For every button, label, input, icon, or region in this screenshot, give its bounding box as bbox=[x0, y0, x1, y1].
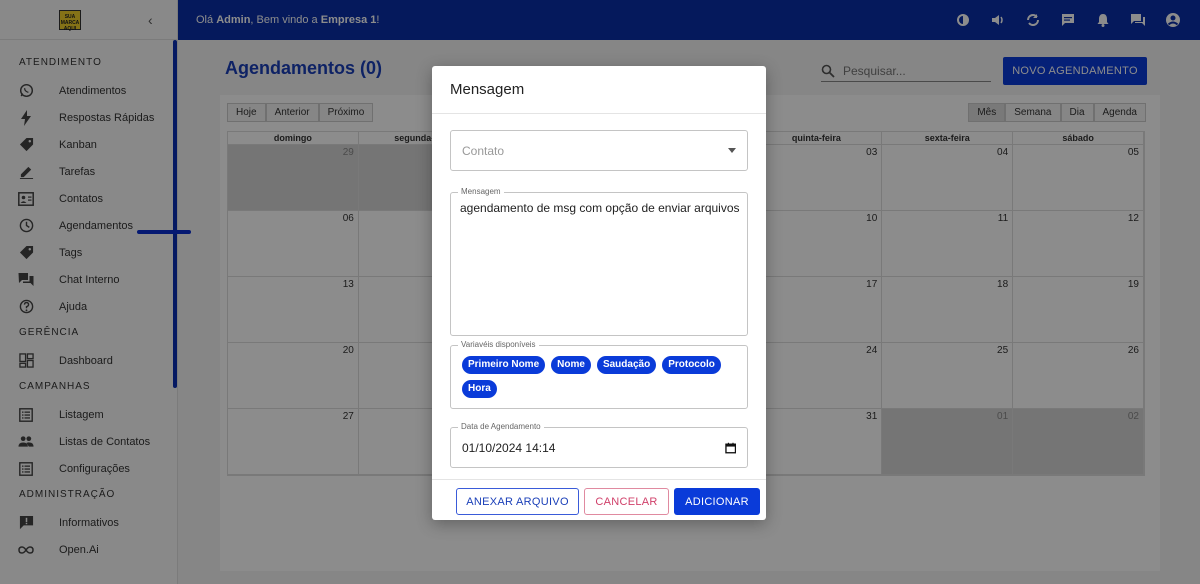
variable-chip-saudacao[interactable]: Saudação bbox=[596, 356, 657, 374]
message-textarea[interactable]: agendamento de msg com opção de enviar a… bbox=[460, 201, 740, 327]
variable-chip-hora[interactable]: Hora bbox=[462, 380, 497, 398]
contact-select-placeholder: Contato bbox=[462, 143, 505, 158]
attach-file-button[interactable]: ANEXAR ARQUIVO bbox=[456, 488, 579, 515]
variables-chips: Primeiro Nome Nome Saudação Protocolo Hora bbox=[462, 356, 736, 398]
message-field-label: Mensagem bbox=[458, 187, 504, 196]
schedule-date-label: Data de Agendamento bbox=[458, 422, 544, 431]
contact-select[interactable]: Contato bbox=[450, 130, 748, 171]
schedule-date-input[interactable] bbox=[462, 440, 725, 455]
variable-chip-nome[interactable]: Nome bbox=[551, 356, 591, 374]
schedule-date-field: Data de Agendamento bbox=[450, 422, 748, 468]
dropdown-caret-icon bbox=[728, 148, 736, 153]
variables-box: Variavéis disponíveis Primeiro Nome Nome S… bbox=[450, 340, 748, 409]
modal-footer: ANEXAR ARQUIVO CANCELAR ADICIONAR bbox=[432, 479, 766, 520]
variable-chip-protocolo[interactable]: Protocolo bbox=[662, 356, 721, 374]
cancel-button[interactable]: CANCELAR bbox=[584, 488, 669, 515]
app-root: SUA MARCA AQUI ‹ ATENDIMENTO Atendimentos… bbox=[0, 0, 1200, 584]
message-modal: Mensagem Contato Mensagem agendamento de… bbox=[432, 66, 766, 520]
calendar-picker-icon[interactable] bbox=[724, 442, 736, 454]
add-button[interactable]: ADICIONAR bbox=[674, 488, 760, 515]
variables-label: Variavéis disponíveis bbox=[458, 340, 539, 349]
modal-title: Mensagem bbox=[432, 66, 766, 114]
message-field: Mensagem agendamento de msg com opção de… bbox=[450, 187, 748, 336]
variable-chip-primeiro-nome[interactable]: Primeiro Nome bbox=[462, 356, 546, 374]
